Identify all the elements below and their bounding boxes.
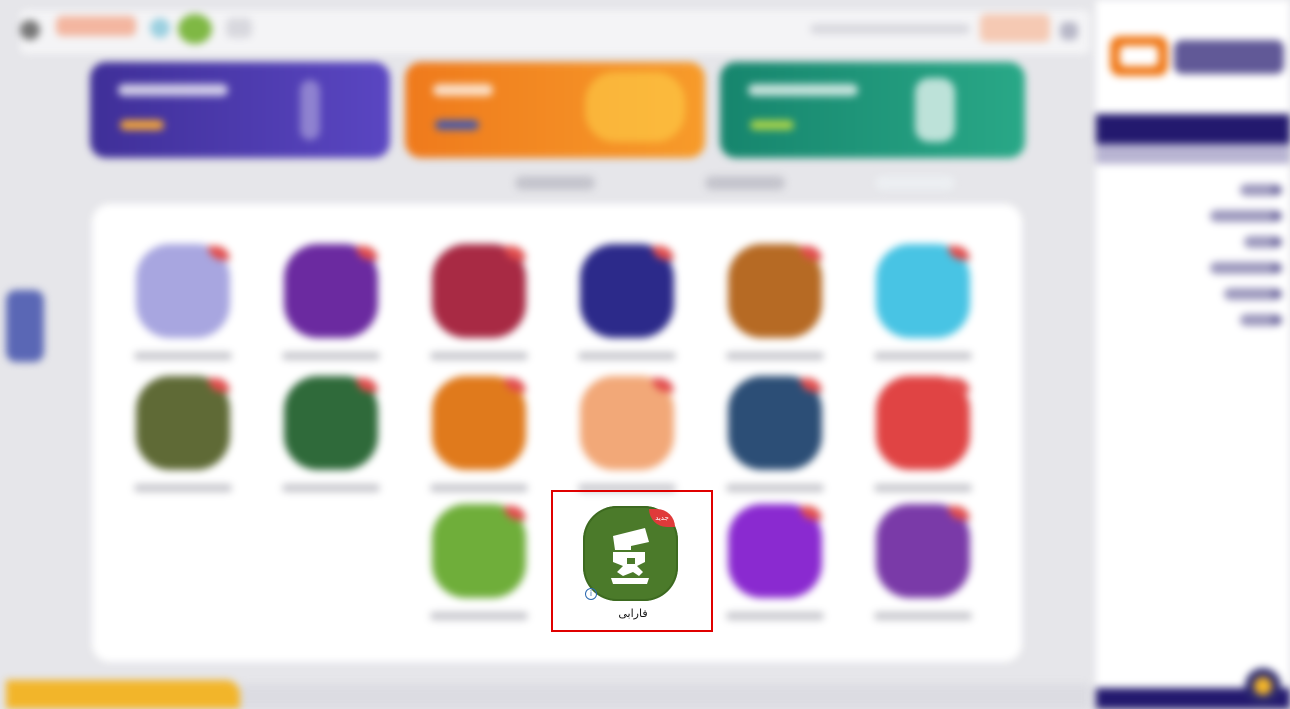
app-tile[interactable] [560, 376, 690, 496]
gear-icon[interactable] [20, 20, 40, 40]
app-tile[interactable] [412, 244, 542, 364]
sidebar-item-icon [1272, 289, 1282, 299]
banner-text [748, 84, 858, 96]
sidebar-item-icon [1272, 185, 1282, 195]
banner-figure [300, 80, 320, 140]
app-tile[interactable] [560, 244, 690, 364]
app-tile[interactable] [708, 504, 838, 624]
status-bar [240, 684, 1090, 709]
tab-active[interactable] [875, 176, 955, 190]
sidebar-item[interactable] [1210, 210, 1280, 222]
app-tile[interactable] [856, 244, 986, 364]
avatar[interactable] [178, 14, 212, 44]
banner-button[interactable] [750, 120, 794, 130]
settings-icon[interactable] [1245, 668, 1281, 704]
close-icon[interactable] [1060, 22, 1078, 40]
sidebar-item-icon [1272, 263, 1282, 273]
banner-figure [915, 78, 955, 142]
promo-banner-3[interactable] [720, 62, 1025, 158]
banner-button[interactable] [120, 120, 164, 130]
sidebar-item-icon [1272, 315, 1282, 325]
sidebar-item[interactable] [1210, 262, 1280, 274]
top-toolbar [20, 10, 1090, 54]
brand-logo[interactable] [1110, 24, 1286, 94]
info-icon[interactable]: i [585, 588, 597, 600]
banner-text [118, 84, 228, 96]
app-tile[interactable] [708, 376, 838, 496]
refresh-icon[interactable] [150, 18, 170, 38]
side-tab-handle[interactable] [6, 290, 44, 362]
banner-logo [585, 72, 685, 142]
promo-banner-2[interactable] [405, 62, 705, 158]
app-tile[interactable] [708, 244, 838, 364]
app-tile[interactable] [412, 504, 542, 624]
app-tile[interactable] [264, 376, 394, 496]
notification-badge[interactable] [980, 14, 1050, 42]
tab-1[interactable] [515, 176, 595, 190]
banner-text [433, 84, 493, 96]
message-icon[interactable] [226, 18, 252, 38]
app-tile[interactable] [116, 244, 246, 364]
app-label[interactable]: فارابی [598, 607, 668, 620]
sidebar-subheader [1096, 144, 1290, 164]
right-sidebar [1096, 0, 1290, 709]
sidebar-item-icon [1272, 237, 1282, 247]
app-tile[interactable] [856, 504, 986, 624]
sidebar-item-icon [1272, 211, 1282, 221]
app-tile[interactable] [116, 376, 246, 496]
farabi-app-icon[interactable]: جدید [583, 506, 678, 601]
banner-button[interactable] [435, 120, 479, 130]
app-tile[interactable] [856, 376, 986, 496]
bottom-action-bar[interactable] [6, 680, 240, 709]
user-badge[interactable] [56, 16, 136, 36]
category-tabs [95, 168, 1020, 204]
tab-2[interactable] [705, 176, 785, 190]
promo-banner-1[interactable] [90, 62, 390, 158]
sidebar-header[interactable] [1096, 114, 1290, 144]
app-tile[interactable] [412, 376, 542, 496]
app-tile[interactable] [264, 244, 394, 364]
search-input[interactable] [810, 24, 970, 34]
